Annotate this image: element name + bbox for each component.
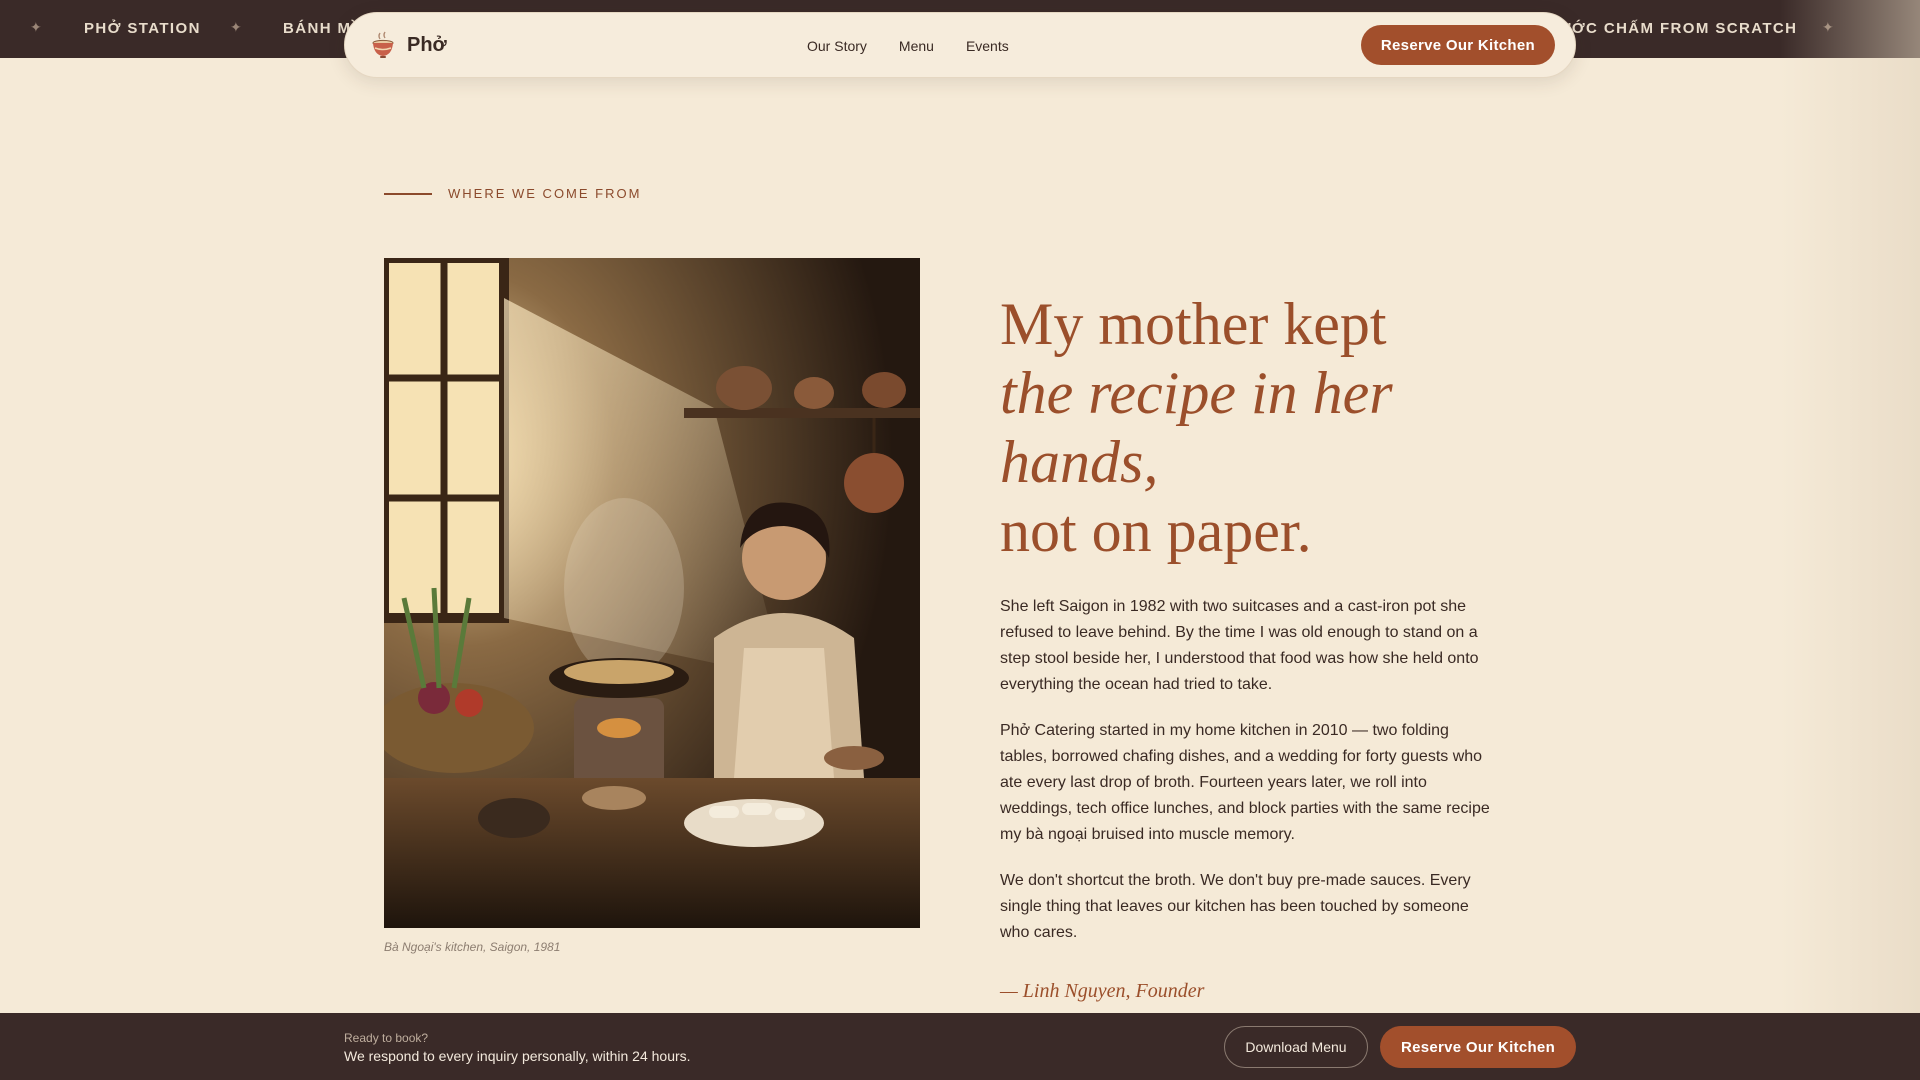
cta-kicker: Ready to book? (344, 1031, 429, 1045)
download-menu-button[interactable]: Download Menu (1224, 1026, 1368, 1068)
edge-shadow (1780, 0, 1920, 1080)
main-navbar: Phở Our Story Menu Events Reserve Our Ki… (344, 12, 1576, 78)
photo-caption: Bà Ngoại's kitchen, Saigon, 1981 (384, 940, 561, 954)
reserve-kitchen-button[interactable]: Reserve Our Kitchen (1380, 1026, 1576, 1068)
kitchen-photo (384, 258, 920, 928)
cta-message: We respond to every inquiry personally, … (344, 1048, 691, 1064)
nav-link-our-story[interactable]: Our Story (807, 38, 867, 54)
ticker-item: PHỞ STATION (84, 20, 201, 37)
sparkle-icon: ✦ (1822, 19, 1834, 35)
eyebrow-divider (384, 192, 432, 195)
story-body: She left Saigon in 1982 with two suitcas… (1000, 594, 1490, 966)
brand-logo[interactable]: Phở (371, 31, 447, 59)
headline-line: hands, (1000, 429, 1159, 495)
section-eyebrow: WHERE WE COME FROM (384, 186, 641, 201)
story-headline: My mother kept the recipe in her hands, … (1000, 290, 1520, 566)
reserve-kitchen-button[interactable]: Reserve Our Kitchen (1360, 25, 1555, 65)
sticky-cta-bar: Ready to book? We respond to every inqui… (0, 1013, 1920, 1080)
sparkle-icon: ✦ (30, 19, 42, 35)
nav-links: Our Story Menu Events (807, 38, 1009, 54)
story-paragraph: Phở Catering started in my home kitchen … (1000, 722, 1490, 843)
founder-signature: — Linh Nguyen, Founder (1000, 980, 1205, 1002)
story-paragraph: We don't shortcut the broth. We don't bu… (1000, 872, 1471, 941)
nav-link-events[interactable]: Events (966, 38, 1009, 54)
headline-line: the recipe in her (1000, 360, 1393, 426)
headline-line: My mother kept (1000, 291, 1387, 357)
ticker-item: ƯỚC CHẤM FROM SCRATCH (1558, 20, 1798, 37)
story-paragraph: She left Saigon in 1982 with two suitcas… (1000, 598, 1479, 693)
brand-name: Phở (407, 33, 447, 56)
pho-bowl-icon (372, 31, 394, 58)
eyebrow-label: WHERE WE COME FROM (448, 186, 642, 201)
kitchen-photo-illustration (384, 258, 920, 928)
headline-line: not on paper. (1000, 498, 1312, 564)
sparkle-icon: ✦ (230, 19, 242, 35)
nav-link-menu[interactable]: Menu (899, 38, 934, 54)
